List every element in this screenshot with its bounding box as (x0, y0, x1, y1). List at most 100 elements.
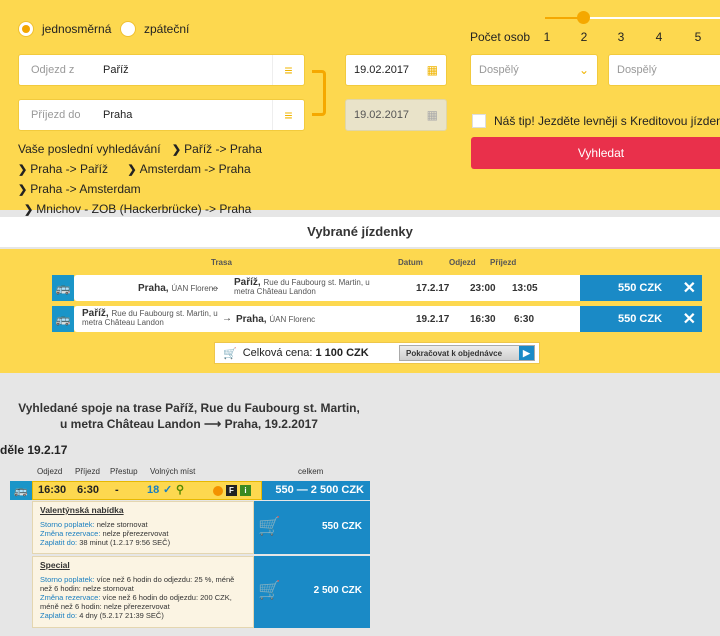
recent-link[interactable]: Amsterdam -> Praha (127, 160, 251, 180)
arrow-icon: → (222, 313, 232, 324)
radio-dot-selected (18, 21, 34, 37)
arrow-icon: → (210, 282, 220, 293)
recent-link[interactable]: Praha -> Amsterdam (18, 180, 140, 200)
to-value: Praha (103, 109, 133, 121)
passenger-1-select[interactable]: Dospělý ⌄ (470, 54, 598, 86)
offer-value: nelze přerezervovat (100, 529, 169, 538)
recent-label: Vaše poslední vyhledávání (18, 142, 161, 156)
col-transfer: Přestup (110, 467, 138, 476)
offer-row[interactable]: Special Storno poplatek: více než 6 hodi… (32, 556, 370, 628)
credit-tip[interactable]: Náš tip! Jezděte levněji s Kreditovou jí… (472, 114, 720, 128)
header-route: Trasa (211, 258, 232, 267)
date-there-field[interactable]: 19.02.2017 ▦ (345, 54, 447, 86)
list-icon[interactable]: ≡ (272, 100, 304, 130)
radio-dot (120, 21, 136, 37)
persons-option[interactable]: 4 (653, 30, 665, 44)
ticket-date: 17.2.17 (416, 283, 450, 294)
persons-slider-handle[interactable] (577, 11, 590, 24)
cart-icon: 🛒 (223, 347, 237, 360)
ticket-depart: 16:30 (470, 314, 496, 325)
ticket-price: 550 CZK (618, 313, 663, 325)
ticket-price-box: 550 CZK ✕ (580, 306, 702, 332)
offer-key: Změna rezervace: (40, 529, 101, 538)
conn-depart: 16:30 (38, 484, 67, 496)
offer-value: 38 minut (1.2.17 9:56 SEČ) (77, 538, 171, 547)
ticket-from-city: Praha, (138, 283, 169, 294)
ticket-route: Praha, ÚAN Florenc → Paříž, Rue du Faubo… (74, 275, 580, 301)
tip-label: Náš tip! Jezděte levněji s Kreditovou jí… (494, 114, 720, 128)
list-icon[interactable]: ≡ (272, 55, 304, 85)
header-arrive: Příjezd (490, 258, 517, 267)
offer-line: Storno poplatek: nelze stornovat (40, 520, 246, 529)
cart-icon: 🛒 (258, 580, 281, 600)
offer-line: Změna rezervace: více než 6 hodin do odj… (40, 593, 246, 611)
header-depart: Odjezd (449, 258, 476, 267)
offer-line: Zaplatit do: 38 minut (1.2.17 9:56 SEČ) (40, 538, 246, 547)
passenger-2-select[interactable]: Dospělý ⌄ (608, 54, 720, 86)
offer-buy-box[interactable]: 🛒 2 500 CZK (254, 556, 370, 628)
search-panel: jednosměrná zpáteční Odjezd z Paříž ≡ Př… (0, 0, 720, 216)
offer-key: Storno poplatek: (40, 575, 95, 584)
conn-transfer: - (115, 484, 119, 496)
swap-icon[interactable] (312, 70, 326, 116)
remove-icon[interactable]: ✕ (683, 278, 696, 298)
bus-icon: 🚌 (52, 306, 74, 332)
persons-label: Počet osob (470, 30, 531, 44)
persons-option[interactable]: 1 (541, 30, 553, 44)
continue-label: Pokračovat k objednávce (406, 348, 503, 358)
coin-icon (213, 486, 223, 496)
offer-value: 4 dny (5.2.17 21:39 SEČ) (77, 611, 164, 620)
connection-row[interactable]: 🚌 16:30 6:30 - 18 ✓ ⚲ F i 550 — 2 500 CZ… (10, 481, 370, 500)
ticket-route: Paříž, Rue du Faubourg st. Martin, u met… (74, 306, 580, 332)
return-label: zpáteční (144, 22, 190, 36)
calendar-icon: ▦ (426, 108, 438, 122)
recent-link[interactable]: Praha -> Paříž (18, 160, 108, 180)
offer-key: Změna rezervace: (40, 593, 101, 602)
ticket-from: Paříž, Rue du Faubourg st. Martin, u met… (82, 309, 222, 328)
recent-link[interactable]: Paříž -> Praha (172, 140, 262, 160)
from-field[interactable]: Odjezd z Paříž ≡ (18, 54, 305, 86)
ticket-to-stop: ÚAN Florenc (269, 315, 316, 324)
offer-row[interactable]: Valentýnská nabídka Storno poplatek: nel… (32, 501, 370, 554)
f-badge-icon: F (226, 485, 237, 496)
ticket-arrive: 6:30 (514, 314, 535, 325)
to-field[interactable]: Příjezd do Praha ≡ (18, 99, 305, 131)
magnifier-icon[interactable]: ⚲ (176, 483, 184, 496)
tip-checkbox[interactable] (472, 114, 486, 128)
persons-option[interactable]: 3 (615, 30, 627, 44)
recent-searches: Vaše poslední vyhledávání Paříž -> Praha… (18, 140, 368, 220)
offer-price: 2 500 CZK (313, 585, 362, 596)
total-value: 1 100 CZK (315, 347, 369, 359)
persons-option[interactable]: 5 (692, 30, 704, 44)
offer-line: Zaplatit do: 4 dny (5.2.17 21:39 SEČ) (40, 611, 246, 620)
play-arrow-icon: ▶ (519, 346, 534, 360)
offer-key: Zaplatit do: (40, 611, 78, 620)
offer-details: Valentýnská nabídka Storno poplatek: nel… (32, 501, 254, 554)
conn-seats: 18 (147, 484, 160, 496)
info-icon[interactable]: i (240, 485, 251, 496)
offer-line: Storno poplatek: více než 6 hodin do odj… (40, 575, 246, 593)
persons-option[interactable]: 2 (578, 30, 590, 44)
from-value: Paříž (103, 64, 129, 76)
return-radio[interactable]: zpáteční (120, 21, 189, 37)
remove-icon[interactable]: ✕ (683, 309, 696, 329)
bus-icon: 🚌 (52, 275, 74, 301)
cart-icon: 🛒 (258, 516, 281, 536)
one-way-radio[interactable]: jednosměrná (18, 21, 111, 37)
ticket-to: Praha, ÚAN Florenc (236, 314, 315, 325)
date-back-value: 19.02.2017 (354, 109, 410, 121)
offer-name: Valentýnská nabídka (40, 505, 124, 515)
selected-ticket-row: 🚌 Paříž, Rue du Faubourg st. Martin, u m… (52, 306, 702, 332)
offer-name: Special (40, 560, 70, 570)
offer-buy-box[interactable]: 🛒 550 CZK (254, 501, 370, 554)
passenger-1-value: Dospělý (479, 64, 519, 76)
ticket-depart: 23:00 (470, 283, 496, 294)
results-title: Vyhledané spoje na trase Paříž, Rue du F… (18, 401, 360, 431)
ticket-from: Praha, ÚAN Florenc (138, 283, 217, 294)
check-icon: ✓ (163, 484, 173, 496)
ticket-arrive: 13:05 (512, 283, 538, 294)
search-button[interactable]: Vyhledat (471, 137, 720, 169)
total-price-bar: 🛒 Celková cena: 1 100 CZK Pokračovat k o… (214, 342, 540, 364)
ticket-date: 19.2.17 (416, 314, 450, 325)
continue-button[interactable]: Pokračovat k objednávce ▶ (399, 345, 535, 361)
